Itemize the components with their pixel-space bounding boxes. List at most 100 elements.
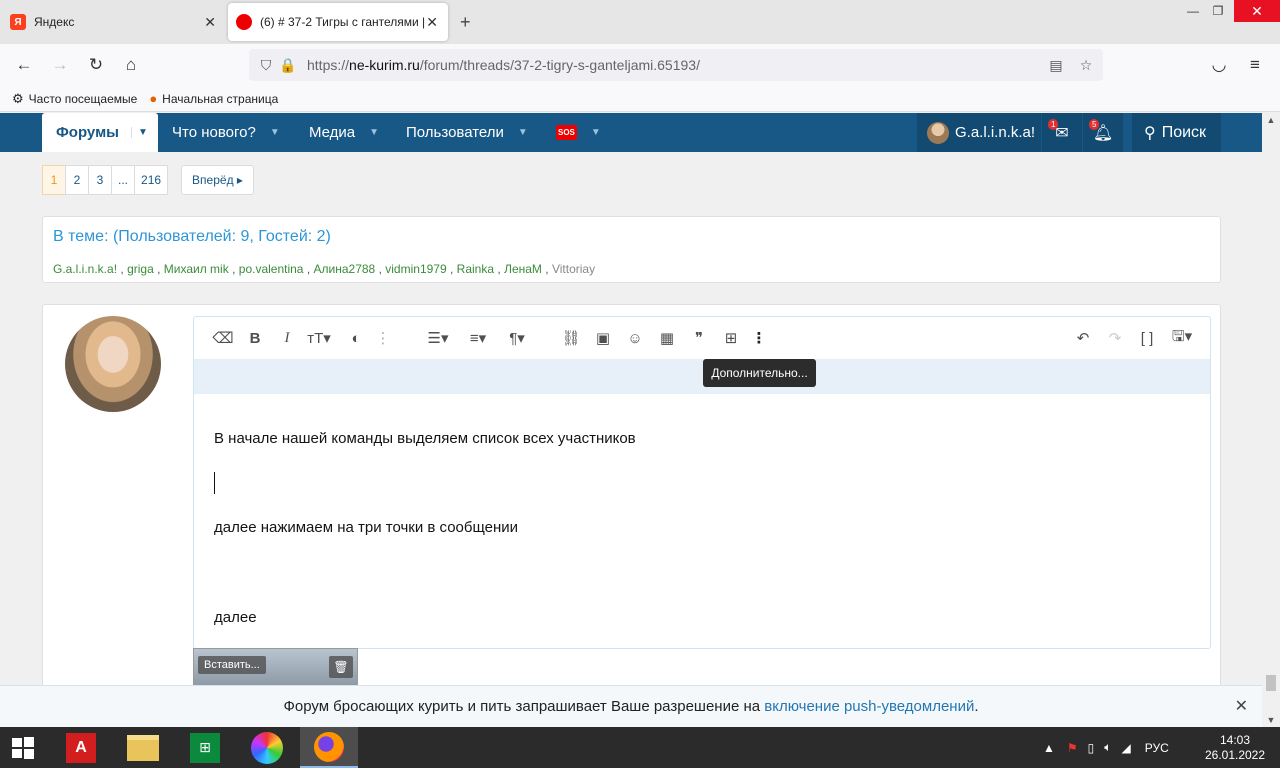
nav-forums[interactable]: Форумы ▼ [42,113,158,152]
more-tooltip: Дополнительно... [703,359,816,387]
smiley-icon[interactable]: ☺ [624,327,646,349]
home-icon[interactable]: ⌂ [120,54,142,76]
chevron-down-icon[interactable]: ▼ [130,127,148,138]
volume-icon[interactable]: 🔈︎ [1104,740,1111,755]
language-indicator[interactable]: РУС [1145,741,1169,755]
scroll-thumb[interactable] [1266,675,1276,691]
taskbar-store[interactable]: ⊞ [176,727,234,768]
page-link[interactable]: 3 [88,165,112,195]
italic-icon[interactable]: I [276,327,298,349]
clock[interactable]: 14:03 26.01.2022 [1200,733,1270,763]
nav-whats-new[interactable]: Что нового? ▼ [172,113,280,152]
inbox-button[interactable]: 1 ✉ [1042,113,1082,152]
scroll-down-icon[interactable]: ▼ [1262,713,1280,727]
network-error-icon[interactable]: ⚑ [1067,741,1078,755]
taskbar-acrobat[interactable]: A [52,727,110,768]
alerts-button[interactable]: 5 🔔︎ [1083,113,1123,152]
bold-icon[interactable]: B [244,327,266,349]
font-size-icon[interactable]: тT▾ [302,327,336,349]
thread-viewers-title: В теме: (Пользователей: 9, Гостей: 2) [53,228,331,245]
undo-icon[interactable]: ↶ [1072,327,1094,349]
chevron-down-icon[interactable]: ▼ [518,127,528,138]
forward-icon[interactable]: → [49,54,71,76]
url-bar[interactable]: ⛉ 🔒 https://ne-kurim.ru/forum/threads/37… [249,49,1103,81]
user-link[interactable]: Михаил mik [164,262,229,276]
lock-icon[interactable]: 🔒 [277,57,299,74]
quick-reply: ⌫ B I тT▾ ◐ ⋮ ☰▾ ≡▾ ¶▾ ⛓ ▣ ☺ ▦ ❞ ⊞ ⋮ ↶ ↷… [42,304,1221,694]
back-icon[interactable]: ← [13,54,35,76]
avatar [927,121,949,144]
taskbar-color-app[interactable] [238,727,296,768]
close-icon[interactable]: ✕ [1235,696,1248,716]
image-icon[interactable]: ▣ [592,327,614,349]
rich-text-editor[interactable]: ⌫ B I тT▾ ◐ ⋮ ☰▾ ≡▾ ¶▾ ⛓ ▣ ☺ ▦ ❞ ⊞ ⋮ ↶ ↷… [193,316,1211,649]
fullscreen-icon[interactable]: [ ] [1136,327,1158,349]
nav-sos[interactable]: SOS ▼ [556,113,601,152]
list-icon[interactable]: ☰▾ [422,327,454,349]
chevron-down-icon[interactable]: ▼ [270,127,280,138]
user-link[interactable]: ЛенаМ [504,262,542,276]
user-link[interactable]: Vittoriay [552,262,595,276]
paragraph-icon[interactable]: ¶▾ [502,327,532,349]
user-link[interactable]: vidmin1979 [385,262,446,276]
tab-forum-thread[interactable]: (6) # 37-2 Тигры с гантелями | ✕ [228,3,448,41]
tab-yandex[interactable]: Я Яндекс ✕ [0,3,226,41]
pocket-icon[interactable]: ◡ [1208,54,1230,76]
trash-icon[interactable]: 🗑︎ [329,656,353,678]
reader-view-icon[interactable]: ▤ [1045,57,1067,74]
menu-icon[interactable]: ≡ [1244,54,1266,76]
shield-icon[interactable]: ⛉ [255,57,277,74]
link-icon[interactable]: ⛓ [560,327,582,349]
chevron-down-icon[interactable]: ▼ [369,127,379,138]
scroll-up-icon[interactable]: ▲ [1262,113,1280,127]
search-button[interactable]: ⚲ Поиск [1132,113,1221,152]
palette-icon[interactable]: ◐ [344,327,368,349]
chevron-down-icon[interactable]: ▼ [591,127,601,138]
table-icon[interactable]: ⊞ [720,327,742,349]
quote-icon[interactable]: ❞ [688,327,710,349]
browser-tab-bar: Я Яндекс ✕ (6) # 37-2 Тигры с гантелями … [0,0,1280,44]
start-button[interactable] [0,727,46,768]
user-link[interactable]: Алина2788 [314,262,376,276]
enable-push-link[interactable]: включение push-уведомлений [764,698,974,715]
media-icon[interactable]: ▦ [656,327,678,349]
bookmark-most-visited[interactable]: ⚙ Часто посещаемые [12,91,137,107]
wifi-icon[interactable]: ◢ [1121,741,1130,755]
nav-users[interactable]: Пользователи ▼ [406,113,528,152]
clock-date: 26.01.2022 [1204,748,1266,762]
close-tab-icon[interactable]: ✕ [204,14,216,31]
attachment-thumbnail[interactable]: Вставить... 🗑︎ [193,648,358,686]
page-scrollbar[interactable]: ▲ ▼ [1262,113,1280,727]
user-link[interactable]: po.valentina [239,262,304,276]
redo-icon[interactable]: ↷ [1104,327,1126,349]
reload-icon[interactable]: ↻ [85,54,107,76]
new-tab-icon[interactable]: + [460,12,471,33]
taskbar-firefox[interactable] [300,727,358,768]
user-link[interactable]: G.a.l.i.n.k.a! [53,262,117,276]
save-draft-icon[interactable]: 🖫▾ [1166,327,1198,349]
close-tab-icon[interactable]: ✕ [426,14,438,31]
next-page-button[interactable]: Вперёд ▸ [181,165,254,195]
more-options-icon[interactable]: ⋮ [750,327,768,349]
taskbar-explorer[interactable] [114,727,172,768]
battery-icon[interactable]: ▯ [1088,741,1095,755]
user-link[interactable]: Rainka [457,262,494,276]
window-close-icon[interactable]: ✕ [1234,0,1280,22]
chevron-up-icon[interactable]: ▲ [1043,741,1055,755]
insert-attachment-button[interactable]: Вставить... [198,656,266,674]
bookmark-star-icon[interactable]: ☆ [1075,57,1097,74]
nav-media[interactable]: Медиа ▼ [309,113,379,152]
bookmark-start-page[interactable]: ● Начальная страница [149,91,278,106]
page-link[interactable]: 1 [42,165,66,195]
user-menu[interactable]: G.a.l.i.n.k.a! [917,113,1041,152]
eraser-icon[interactable]: ⌫ [212,327,234,349]
align-icon[interactable]: ≡▾ [462,327,494,349]
page-jump[interactable]: ... [111,165,136,195]
more-options-icon[interactable]: ⋮ [376,327,391,349]
page-link[interactable]: 216 [134,165,169,195]
user-link[interactable]: griga [127,262,154,276]
url-text[interactable]: https://ne-kurim.ru/forum/threads/37-2-t… [307,57,700,73]
text-line: далее нажимаем на три точки в сообщении [214,519,519,536]
restore-icon[interactable]: ❐ [1202,0,1234,22]
page-link[interactable]: 2 [65,165,89,195]
